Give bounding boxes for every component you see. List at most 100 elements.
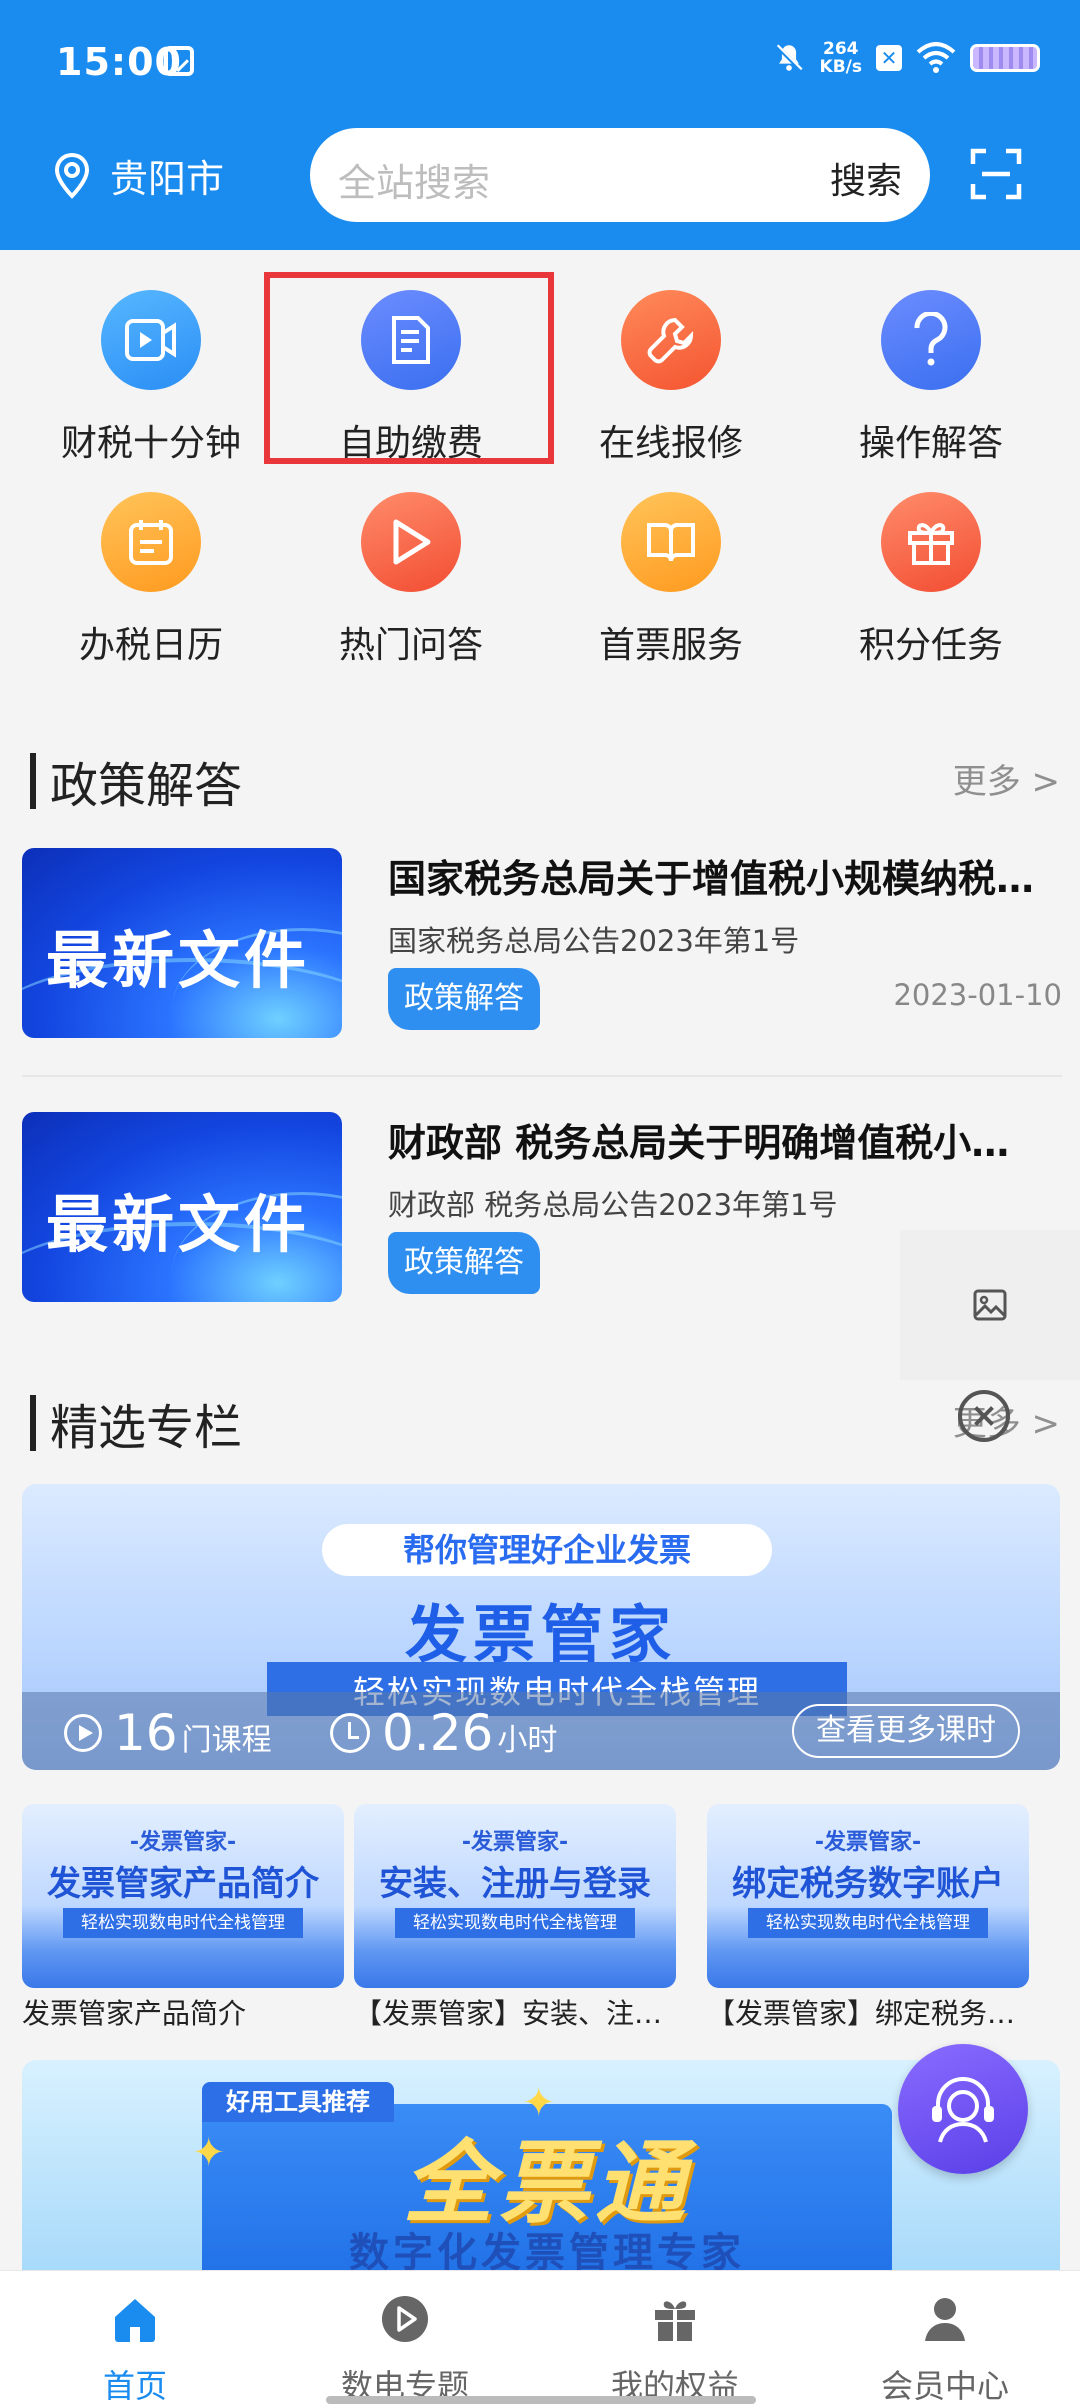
- section-bar: [30, 1395, 36, 1451]
- book-icon: [621, 492, 721, 592]
- grid-item-finance-ten-minutes[interactable]: 财税十分钟: [21, 290, 281, 466]
- wifi-icon: [916, 42, 956, 73]
- card-strip: 轻松实现数电时代全栈管理: [395, 1908, 635, 1938]
- nav-label: 会员中心: [880, 2367, 1009, 2405]
- highlight-annotation-box: [264, 272, 554, 464]
- location-pin-icon: [54, 152, 90, 199]
- headset-icon: [932, 2077, 994, 2143]
- clock-icon: [330, 1713, 370, 1753]
- news-subtitle: 财政部 税务总局公告2023年第1号: [388, 1188, 838, 1222]
- course-caption[interactable]: 发票管家产品简介: [22, 1992, 344, 2032]
- section-title-policy: 政策解答: [30, 746, 242, 816]
- grid-item-tax-calendar[interactable]: 办税日历: [21, 492, 281, 668]
- grid-item-points-tasks[interactable]: 积分任务: [801, 492, 1061, 668]
- banner-title: 发票管家: [404, 1598, 677, 1671]
- course-card[interactable]: -发票管家- 安装、注册与登录 轻松实现数电时代全栈管理: [354, 1804, 676, 1988]
- gift-icon: [655, 2301, 695, 2341]
- card-title: 安装、注册与登录: [379, 1864, 651, 1904]
- status-icons: 264 KB/s ✕: [772, 40, 1040, 76]
- floating-image-widget[interactable]: [900, 1230, 1080, 1380]
- course-count-unit: 门课程: [181, 1723, 272, 1758]
- star-icon: ✦: [522, 2080, 556, 2126]
- news-date: 2023-01-10: [893, 978, 1062, 1012]
- grid-label: 办税日历: [78, 625, 223, 666]
- nav-item-my-benefits[interactable]: 我的权益: [540, 2293, 810, 2407]
- grid-label: 积分任务: [858, 625, 1003, 666]
- news-tag: 政策解答: [388, 968, 540, 1030]
- video-icon: [101, 290, 201, 390]
- card-brand: -发票管家-: [814, 1830, 922, 1855]
- star-icon: ✦: [192, 2130, 226, 2176]
- nav-label: 首页: [102, 2367, 167, 2405]
- home-indicator: [326, 2396, 756, 2404]
- course-count: 16 门课程: [64, 1704, 272, 1762]
- hours-value: 0.26: [382, 1704, 494, 1762]
- scan-icon[interactable]: [970, 148, 1022, 200]
- city-name: 贵阳市: [110, 157, 225, 201]
- grid-item-operation-answers[interactable]: 操作解答: [801, 290, 1061, 466]
- card-brand: -发票管家-: [129, 1830, 237, 1855]
- grid-label: 热门问答: [338, 625, 483, 666]
- user-icon: [925, 2298, 965, 2341]
- section-title-text: 政策解答: [50, 758, 243, 814]
- course-caption[interactable]: 【发票管家】安装、注…: [354, 1992, 676, 2032]
- calendar-notification-icon: [164, 46, 194, 76]
- grid-label: 在线报修: [598, 423, 743, 464]
- nav-item-digital-topics[interactable]: 数电专题: [270, 2293, 540, 2407]
- home-icon: [115, 2299, 155, 2342]
- section-title-text: 精选专栏: [50, 1400, 243, 1456]
- course-caption[interactable]: 【发票管家】绑定税务…: [707, 1992, 1029, 2032]
- grid-item-online-repair[interactable]: 在线报修: [541, 290, 801, 466]
- nav-item-member-center[interactable]: 会员中心: [810, 2293, 1080, 2407]
- promo-subtitle: 数字化发票管理专家: [349, 2230, 745, 2270]
- news-title: 国家税务总局关于增值税小规模纳税人…: [388, 857, 1068, 901]
- news-title: 财政部 税务总局关于明确增值税小…: [388, 1121, 1010, 1165]
- news-subtitle: 国家税务总局公告2023年第1号: [388, 924, 800, 958]
- play-icon: [361, 492, 461, 592]
- speed-unit: KB/s: [819, 57, 862, 77]
- news-thumbnail: 最新文件: [22, 848, 342, 1038]
- section-title-featured: 精选专栏: [30, 1388, 242, 1458]
- app-header: 15:00 264 KB/s ✕ 贵阳市 全站搜索 搜索: [0, 0, 1080, 250]
- grid-item-first-ticket-service[interactable]: 首票服务: [541, 492, 801, 668]
- search-button[interactable]: 搜索: [830, 152, 902, 204]
- card-title: 绑定税务数字账户: [732, 1864, 1004, 1904]
- news-tag: 政策解答: [388, 1232, 540, 1294]
- nav-item-home[interactable]: 首页: [0, 2293, 270, 2407]
- course-card[interactable]: -发票管家- 绑定税务数字账户 轻松实现数电时代全栈管理: [707, 1804, 1029, 1988]
- hours-count: 0.26 小时: [330, 1704, 557, 1762]
- location-selector[interactable]: 贵阳市: [52, 148, 224, 203]
- search-placeholder: 全站搜索: [338, 161, 491, 205]
- news-item[interactable]: 最新文件 国家税务总局关于增值税小规模纳税人… 国家税务总局公告2023年第1号…: [22, 848, 1068, 1038]
- section-bar: [30, 753, 36, 809]
- grid-item-hot-qa[interactable]: 热门问答: [281, 492, 541, 668]
- calendar-icon: [101, 492, 201, 592]
- app-notification-icon: ✕: [876, 45, 902, 71]
- policy-more-link[interactable]: 更多 >: [953, 754, 1060, 803]
- image-icon: [973, 1289, 1007, 1321]
- grid-label: 操作解答: [858, 423, 1003, 464]
- banner-pill: 帮你管理好企业发票: [322, 1524, 772, 1576]
- card-title: 发票管家产品简介: [47, 1864, 319, 1904]
- course-card[interactable]: -发票管家- 发票管家产品简介 轻松实现数电时代全栈管理: [22, 1804, 344, 1988]
- course-count-value: 16: [114, 1704, 178, 1762]
- featured-banner[interactable]: 帮你管理好企业发票 发票管家 轻松实现数电时代全栈管理 16 门课程 0.26 …: [22, 1484, 1060, 1770]
- card-strip: 轻松实现数电时代全栈管理: [63, 1908, 303, 1938]
- news-thumbnail: 最新文件: [22, 1112, 342, 1302]
- view-more-lessons-button[interactable]: 查看更多课时: [792, 1704, 1020, 1758]
- grid-label: 首票服务: [598, 625, 743, 666]
- card-brand: -发票管家-: [461, 1830, 569, 1855]
- gift-icon: [881, 492, 981, 592]
- close-icon[interactable]: [958, 1390, 1010, 1442]
- hours-unit: 小时: [497, 1723, 558, 1758]
- status-bar: 15:00 264 KB/s ✕: [0, 0, 1080, 120]
- thumbnail-text: 最新文件: [46, 924, 311, 997]
- play-circle-icon: [64, 1714, 102, 1752]
- customer-service-button[interactable]: [898, 2044, 1028, 2174]
- bell-off-icon: [774, 43, 803, 73]
- wrench-icon: [621, 290, 721, 390]
- search-input[interactable]: 全站搜索 搜索: [310, 128, 930, 222]
- bottom-navigation: 首页 数电专题 我的权益 会员中心: [0, 2270, 1080, 2408]
- question-icon: [881, 290, 981, 390]
- banner-stats-bar: 16 门课程 0.26 小时 查看更多课时: [22, 1692, 1060, 1770]
